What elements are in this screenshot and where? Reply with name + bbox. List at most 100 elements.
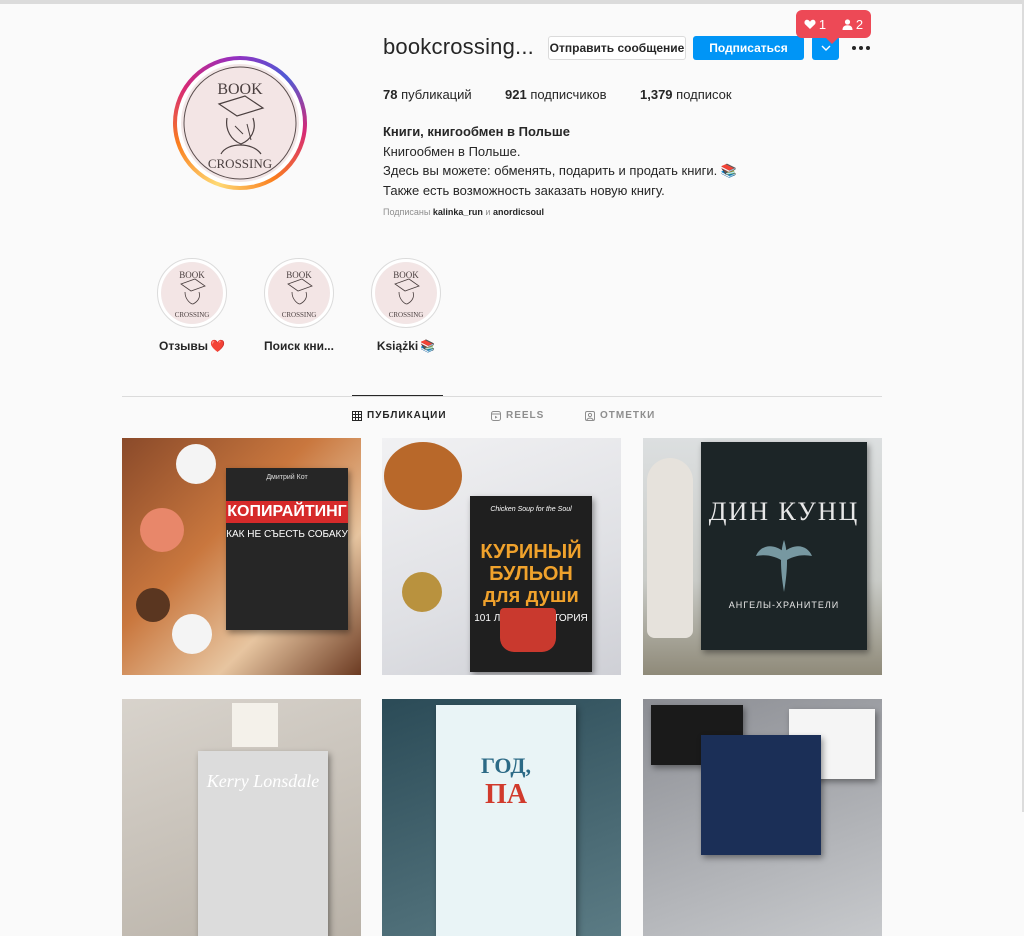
post-thumbnail[interactable]	[643, 699, 882, 936]
tab-reels[interactable]: REELS	[491, 410, 544, 421]
followers-count-value: 921	[505, 87, 527, 102]
book-author: Chicken Soup for the Soul	[490, 506, 572, 513]
profile-bio: Книги, книгообмен в Польше Книгообмен в …	[383, 122, 737, 200]
profile-full-name: Книги, книгообмен в Польше	[383, 124, 570, 139]
follow-button[interactable]: Подписаться	[693, 36, 804, 60]
book-subtitle: КАК НЕ СЪЕСТЬ СОБАКУ	[226, 529, 348, 540]
grid-icon	[352, 410, 362, 421]
tab-label: ОТМЕТКИ	[600, 410, 656, 421]
bookcrossing-logo: BOOK CROSSING	[375, 262, 437, 324]
following-count-label: подписок	[672, 87, 732, 102]
highlight-label-text: Поиск кни...	[264, 339, 334, 353]
logo-top-text: BOOK	[286, 270, 312, 280]
highlight-books[interactable]: BOOK CROSSING Książki 📚	[359, 258, 453, 353]
book-title: Kerry Lonsdale	[206, 771, 320, 791]
chevron-down-icon	[821, 45, 830, 51]
tab-posts[interactable]: ПУБЛИКАЦИИ	[352, 410, 447, 421]
dot-icon	[866, 46, 870, 50]
person-icon	[842, 18, 853, 30]
book-cover: ГОД, ПА	[436, 705, 576, 936]
heart-emoji: ❤️	[210, 339, 225, 353]
cork-decor	[402, 572, 442, 612]
post-thumbnail[interactable]: ГОД, ПА	[382, 699, 621, 936]
candle-decor	[172, 614, 212, 654]
pinecone-decor	[136, 588, 170, 622]
highlight-label: Отзывы ❤️	[145, 339, 239, 353]
followed-by[interactable]: Подписаны kalinka_run и anordicsoul	[383, 207, 544, 217]
candle-decor	[176, 444, 216, 484]
tagged-icon	[585, 410, 595, 421]
bio-line: Здесь вы можете: обменять, подарить и пр…	[383, 163, 738, 178]
bio-line: Также есть возможность заказать новую кн…	[383, 182, 665, 198]
tab-tagged[interactable]: ОТМЕТКИ	[585, 410, 655, 421]
profile-avatar[interactable]: BOOK CROSSING	[173, 56, 307, 190]
followers-link[interactable]: 921 подписчиков	[505, 87, 607, 102]
followers-count-label: подписчиков	[526, 87, 607, 102]
profile-username: bookcrossing...	[383, 34, 534, 59]
post-thumbnail[interactable]: Kerry Lonsdale	[122, 699, 361, 936]
dot-icon	[859, 46, 863, 50]
reels-icon	[491, 410, 501, 421]
window-top-border	[0, 0, 1024, 4]
highlight-label-text: Książki	[376, 339, 419, 353]
dot-icon	[852, 46, 856, 50]
highlight-label: Поиск кни...	[252, 339, 346, 353]
heart-icon	[804, 19, 816, 29]
highlight-cover: BOOK CROSSING	[157, 258, 227, 328]
book-cover: Kerry Lonsdale	[198, 751, 328, 936]
followed-by-user[interactable]: kalinka_run	[433, 207, 483, 217]
highlight-book-search[interactable]: BOOK CROSSING Поиск кни...	[252, 258, 346, 353]
tab-label: ПУБЛИКАЦИИ	[367, 410, 447, 421]
post-thumbnail[interactable]: Дмитрий Кот КОПИРАЙТИНГ КАК НЕ СЪЕСТЬ СО…	[122, 438, 361, 675]
book-subtitle: АНГЕЛЫ-ХРАНИТЕЛИ	[728, 600, 840, 610]
logo-bottom-text: CROSSING	[282, 311, 317, 319]
book-cover: Дмитрий Кот КОПИРАЙТИНГ КАК НЕ СЪЕСТЬ СО…	[226, 468, 348, 630]
book-cover	[701, 735, 821, 855]
books-emoji: 📚	[420, 339, 436, 353]
logo-top-text: BOOK	[179, 270, 205, 280]
logo-top-text: BOOK	[217, 81, 263, 98]
bookcrossing-logo: BOOK CROSSING	[268, 262, 330, 324]
mug-illustration	[500, 608, 556, 652]
active-tab-indicator	[352, 395, 443, 396]
book-title: КОПИРАЙТИНГ	[226, 501, 348, 523]
bio-line: Книгообмен в Польше.	[383, 143, 521, 159]
tabs-divider	[122, 396, 882, 397]
followed-by-prefix: Подписаны	[383, 207, 433, 217]
followers-count-text: 2	[855, 16, 864, 32]
followed-by-separator: и	[482, 207, 493, 217]
highlight-reviews[interactable]: BOOK CROSSING Отзывы ❤️	[145, 258, 239, 353]
bookcrossing-logo: BOOK CROSSING	[161, 262, 223, 324]
highlight-label: Książki 📚	[359, 339, 453, 353]
logo-top-text: BOOK	[393, 270, 419, 280]
book-title: ДИН КУНЦ	[708, 497, 860, 526]
highlight-cover: BOOK CROSSING	[371, 258, 441, 328]
candle-decor	[140, 508, 184, 552]
candle-decor	[232, 703, 278, 747]
post-thumbnail[interactable]: ДИН КУНЦ АНГЕЛЫ-ХРАНИТЕЛИ	[643, 438, 882, 675]
followers-count: 2	[842, 17, 863, 32]
send-message-button[interactable]: Отправить сообщение	[548, 36, 686, 60]
logo-bottom-text: CROSSING	[208, 156, 272, 171]
likes-count: 1	[804, 17, 826, 32]
posts-count: 78 публикаций	[383, 87, 472, 102]
posts-count-value: 78	[383, 87, 398, 102]
followed-by-user[interactable]: anordicsoul	[493, 207, 544, 217]
book-title: ГОД,	[480, 753, 532, 778]
bookcrossing-logo: BOOK CROSSING	[181, 64, 299, 182]
activity-notification-badge[interactable]: 1 2	[796, 10, 871, 44]
logo-bottom-text: CROSSING	[175, 311, 210, 319]
more-options-button[interactable]	[852, 40, 872, 56]
book-title: КУРИНЫЙ БУЛЬОН для души	[480, 541, 582, 607]
likes-count-text: 1	[818, 16, 827, 32]
book-subtitle: ПА	[485, 779, 527, 810]
posts-count-label: публикаций	[397, 87, 472, 102]
angel-illustration	[756, 540, 812, 592]
logo-bottom-text: CROSSING	[389, 311, 424, 319]
book-cover: ДИН КУНЦ АНГЕЛЫ-ХРАНИТЕЛИ	[701, 442, 867, 650]
knitted-pumpkin-decor	[384, 442, 462, 510]
book-cover: Chicken Soup for the Soul КУРИНЫЙ БУЛЬОН…	[470, 496, 592, 672]
following-link[interactable]: 1,379 подписок	[640, 87, 732, 102]
highlight-cover: BOOK CROSSING	[264, 258, 334, 328]
post-thumbnail[interactable]: Chicken Soup for the Soul КУРИНЫЙ БУЛЬОН…	[382, 438, 621, 675]
